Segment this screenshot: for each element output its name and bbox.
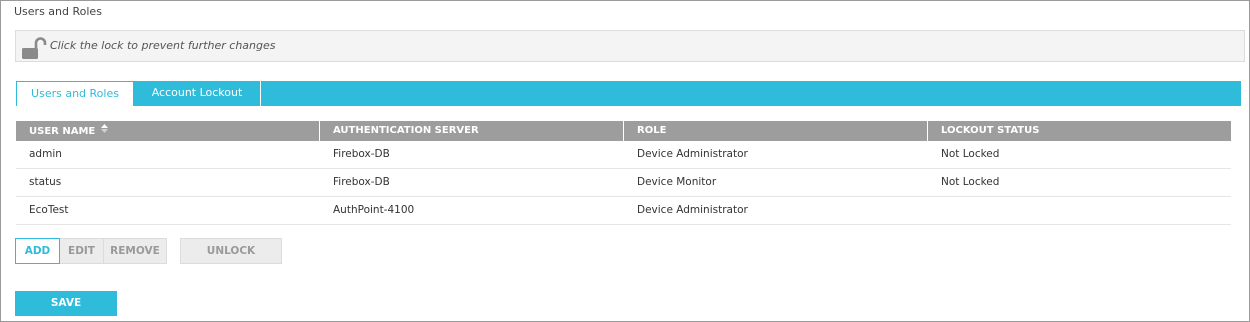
cell-user-name: status	[29, 176, 62, 188]
remove-button[interactable]: REMOVE	[104, 238, 167, 264]
cell-lockout-status: Not Locked	[941, 148, 1000, 160]
column-header-lockout-status[interactable]: LOCKOUT STATUS	[928, 121, 1231, 141]
cell-role: Device Administrator	[637, 204, 748, 216]
column-header-role[interactable]: ROLE	[624, 121, 928, 141]
unlock-button[interactable]: UNLOCK	[180, 238, 282, 264]
row-action-buttons: ADD EDIT REMOVE	[15, 238, 167, 264]
unlocked-padlock-icon[interactable]	[21, 37, 47, 59]
table-row[interactable]: admin Firebox-DB Device Administrator No…	[16, 141, 1231, 169]
lock-bar: Click the lock to prevent further change…	[15, 30, 1245, 62]
column-header-label: USER NAME	[29, 126, 96, 137]
cell-user-name: EcoTest	[29, 204, 69, 216]
tab-account-lockout[interactable]: Account Lockout	[134, 81, 261, 106]
cell-user-name: admin	[29, 148, 62, 160]
table-header: USER NAME AUTHENTICATION SERVER ROLE LOC…	[16, 121, 1231, 141]
add-button[interactable]: ADD	[15, 238, 60, 264]
save-button[interactable]: SAVE	[15, 291, 117, 316]
users-and-roles-panel: Users and Roles Click the lock to preven…	[0, 0, 1250, 322]
users-table: USER NAME AUTHENTICATION SERVER ROLE LOC…	[16, 121, 1231, 225]
lock-hint-text: Click the lock to prevent further change…	[50, 39, 276, 52]
sort-icon[interactable]	[100, 121, 108, 141]
tab-bar: Users and Roles Account Lockout	[16, 81, 1241, 106]
edit-button[interactable]: EDIT	[60, 238, 104, 264]
column-header-authentication-server[interactable]: AUTHENTICATION SERVER	[320, 121, 624, 141]
table-row[interactable]: EcoTest AuthPoint-4100 Device Administra…	[16, 197, 1231, 225]
cell-authentication-server: Firebox-DB	[333, 176, 390, 188]
table-row[interactable]: status Firebox-DB Device Monitor Not Loc…	[16, 169, 1231, 197]
cell-lockout-status	[928, 197, 1231, 224]
cell-authentication-server: AuthPoint-4100	[333, 204, 415, 216]
page-title: Users and Roles	[14, 5, 102, 18]
cell-role: Device Administrator	[637, 148, 748, 160]
column-header-user-name[interactable]: USER NAME	[16, 121, 320, 141]
cell-authentication-server: Firebox-DB	[333, 148, 390, 160]
cell-lockout-status: Not Locked	[941, 176, 1000, 188]
tab-users-and-roles[interactable]: Users and Roles	[16, 81, 134, 106]
cell-role: Device Monitor	[637, 176, 717, 188]
